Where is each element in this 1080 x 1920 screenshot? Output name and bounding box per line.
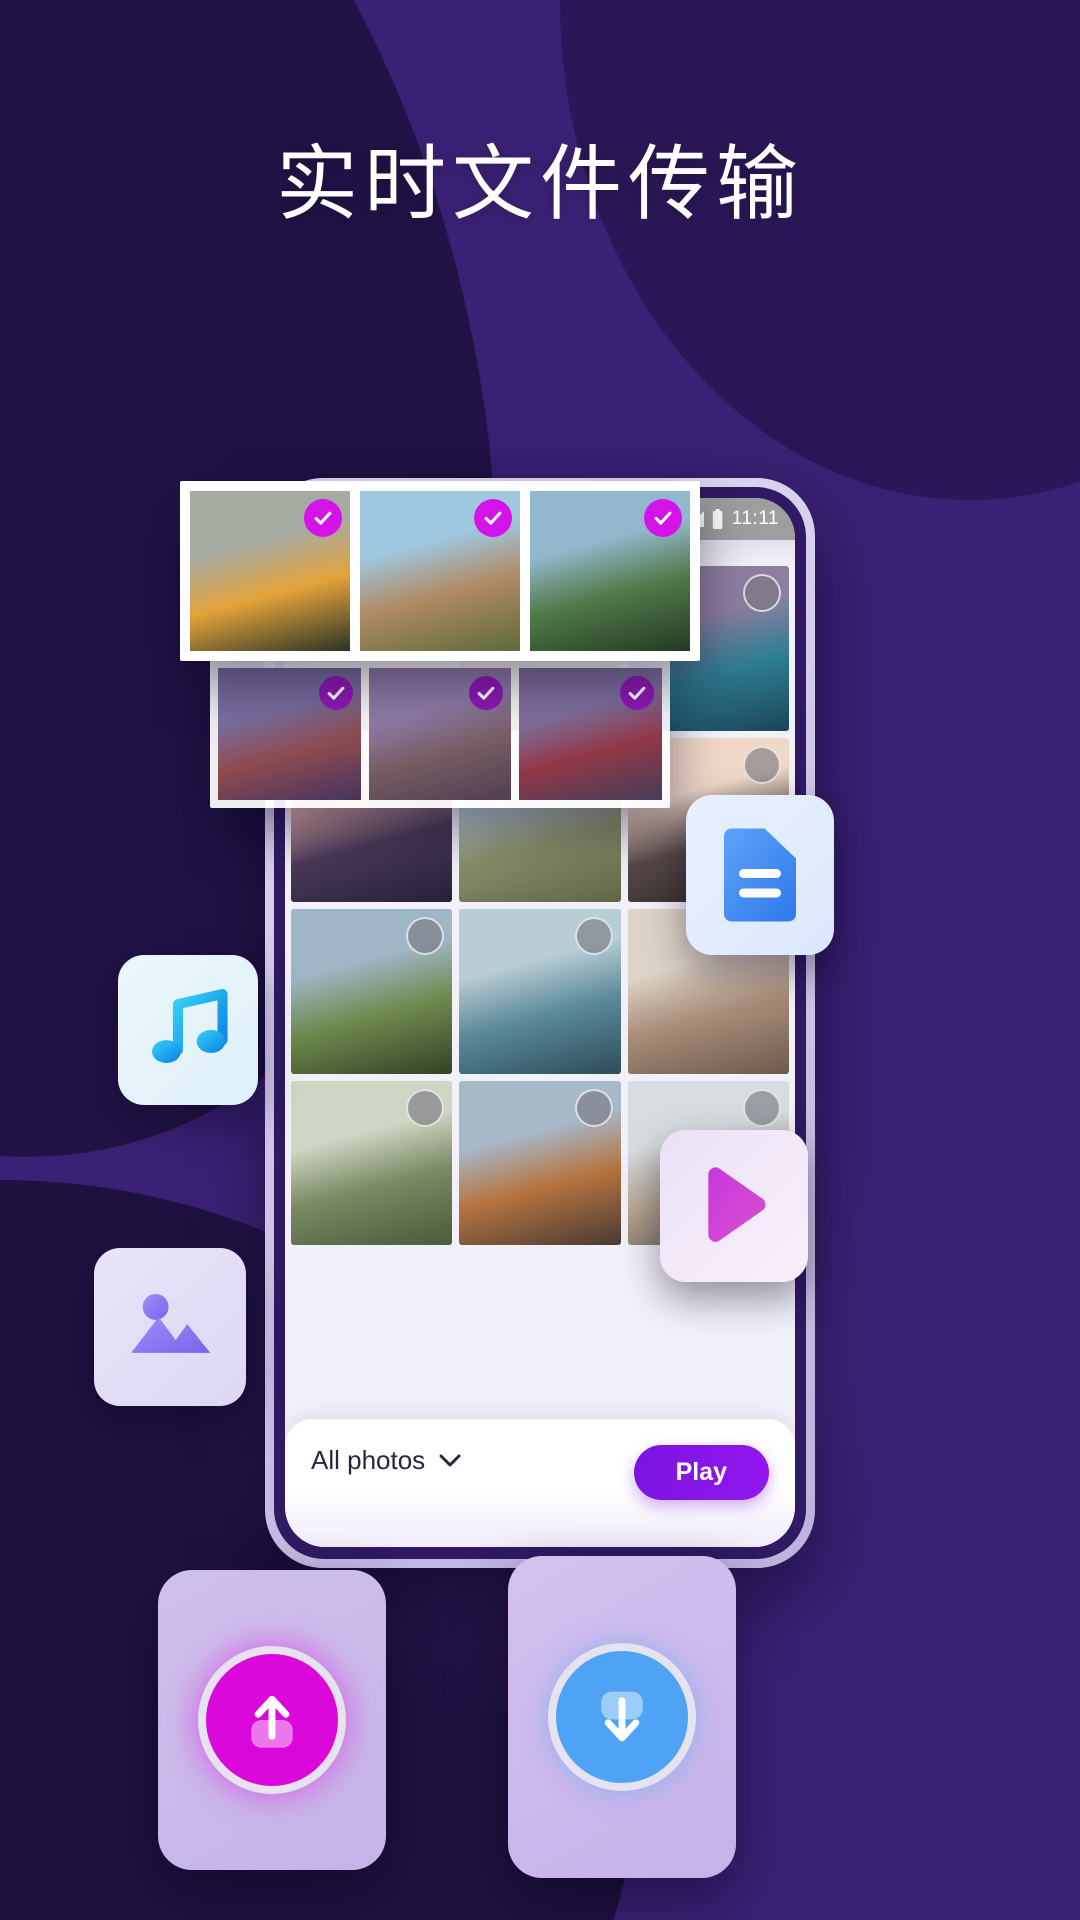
- send-tile[interactable]: [158, 1570, 386, 1870]
- photo-select-badge[interactable]: [742, 1088, 781, 1127]
- receive-button[interactable]: [548, 1643, 696, 1791]
- status-bar-time: 11:11: [731, 508, 779, 529]
- photo-cactus-desert[interactable]: [368, 668, 512, 800]
- poster-canvas: 实时文件传输 11:11 All photos Play: [0, 0, 1080, 1920]
- photo-select-badge[interactable]: [318, 676, 353, 710]
- photo-select-badge[interactable]: [644, 499, 682, 537]
- album-filter-label: All photos: [311, 1445, 426, 1475]
- music-file-chip[interactable]: [118, 955, 258, 1105]
- image-icon: [131, 1293, 211, 1353]
- page-title: 实时文件传输: [275, 139, 804, 230]
- photo-select-badge[interactable]: [574, 917, 613, 956]
- selected-photos-row: [190, 491, 690, 651]
- photo-swimmers-sea[interactable]: [459, 909, 621, 1074]
- selected-photos-card-top[interactable]: [180, 481, 700, 661]
- photo-select-badge[interactable]: [620, 676, 655, 710]
- play-button[interactable]: Play: [633, 1445, 769, 1500]
- background-shape-right: [560, 0, 1080, 500]
- gallery-bottom-bar: All photos Play: [285, 1419, 795, 1547]
- photo-woman-city-street[interactable]: [218, 668, 361, 800]
- photo-select-badge[interactable]: [574, 1088, 613, 1127]
- photo-lisbon-roofs[interactable]: [459, 1080, 621, 1246]
- photo-photographer-lake[interactable]: [519, 668, 663, 800]
- photo-select-badge[interactable]: [304, 499, 342, 537]
- photo-castle-autumn[interactable]: [291, 909, 453, 1074]
- receive-tile[interactable]: [508, 1556, 736, 1878]
- photo-rock-formation-sky[interactable]: [360, 491, 520, 651]
- photo-man-dog[interactable]: [291, 1080, 453, 1246]
- music-note-icon: [152, 989, 228, 1064]
- photo-blonde-hiker-mountain[interactable]: [190, 491, 350, 651]
- photo-select-badge[interactable]: [474, 499, 512, 537]
- photo-couple-cliff-view[interactable]: [530, 491, 690, 651]
- play-triangle-icon: [708, 1167, 766, 1242]
- selected-photos-card-second[interactable]: [210, 660, 670, 808]
- upload-arrow-icon: [251, 1695, 293, 1748]
- selected-photos-row: [218, 668, 663, 800]
- document-icon: [724, 828, 796, 922]
- photo-select-badge[interactable]: [742, 574, 781, 612]
- photo-select-badge[interactable]: [742, 745, 781, 784]
- document-file-chip[interactable]: [686, 795, 834, 955]
- video-file-chip[interactable]: [660, 1130, 808, 1282]
- battery-icon: [712, 509, 723, 529]
- image-file-chip[interactable]: [94, 1248, 246, 1406]
- photo-select-badge[interactable]: [406, 1088, 445, 1127]
- album-filter-dropdown[interactable]: All photos: [311, 1445, 461, 1476]
- download-arrow-icon: [601, 1691, 643, 1742]
- send-button[interactable]: [198, 1646, 346, 1794]
- chevron-down-icon: [439, 1454, 461, 1466]
